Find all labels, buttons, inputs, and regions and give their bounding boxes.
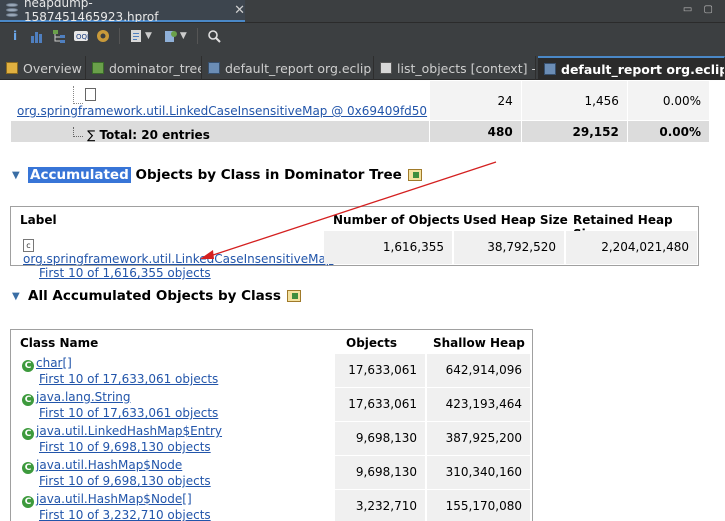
heapdump-editor-tab[interactable]: heapdump-1587451465923.hprof ✕ (0, 0, 245, 24)
report-content: org.springframework.util.LinkedCaseInsen… (0, 80, 725, 521)
toolbar-separator (119, 27, 120, 44)
arrow-line (209, 161, 497, 257)
reports-icon[interactable] (127, 27, 145, 45)
histogram-icon[interactable] (28, 27, 46, 45)
arrow-head (200, 250, 214, 259)
list-objects-icon (380, 62, 392, 74)
tab-default-report[interactable]: default_report org.eclip (202, 56, 374, 80)
toolbar-separator (196, 27, 198, 44)
close-icon[interactable]: ✕ (234, 3, 245, 18)
heap-dump-overview-icon[interactable] (94, 27, 112, 45)
tab-label: default_report org.eclip (225, 60, 372, 76)
report-icon (208, 62, 220, 74)
dominator-tree-icon (92, 62, 104, 74)
tab-overview[interactable]: Overview (0, 56, 86, 80)
title-bar: heapdump-1587451465923.hprof ✕ ▭ ▢ (0, 0, 725, 24)
annotation-arrow (200, 161, 497, 259)
query-browser-icon[interactable] (162, 27, 180, 45)
dominator-tree-icon[interactable] (50, 27, 68, 45)
tab-default-report-active[interactable]: default_report org.eclip (538, 56, 725, 80)
svg-text:OQL: OQL (76, 33, 89, 41)
window-controls[interactable]: ▭ ▢ (683, 4, 717, 15)
chevron-down-icon[interactable]: ▼ (180, 31, 187, 41)
overview-icon (6, 62, 18, 74)
tab-dominator-tree[interactable]: dominator_tree (86, 56, 202, 80)
toolbar-gap (0, 48, 725, 56)
report-icon (544, 63, 556, 75)
chevron-down-icon[interactable]: ▼ (145, 31, 152, 41)
tab-label: list_objects [context] -i (397, 60, 536, 76)
toolbar: i OQL ▼ ▼ (0, 22, 725, 48)
search-icon[interactable] (205, 27, 223, 45)
tab-label: Overview (23, 60, 82, 76)
tab-list-objects[interactable]: list_objects [context] -i (374, 56, 536, 80)
info-icon[interactable]: i (6, 27, 24, 45)
heapdump-title: heapdump-1587451465923.hprof (23, 0, 159, 24)
database-icon (6, 3, 18, 17)
tab-label: default_report org.eclip (561, 61, 725, 77)
editor-tab-bar: Overview dominator_tree default_report o… (0, 56, 725, 80)
oql-icon[interactable]: OQL (72, 27, 90, 45)
tab-label: dominator_tree (109, 60, 202, 76)
